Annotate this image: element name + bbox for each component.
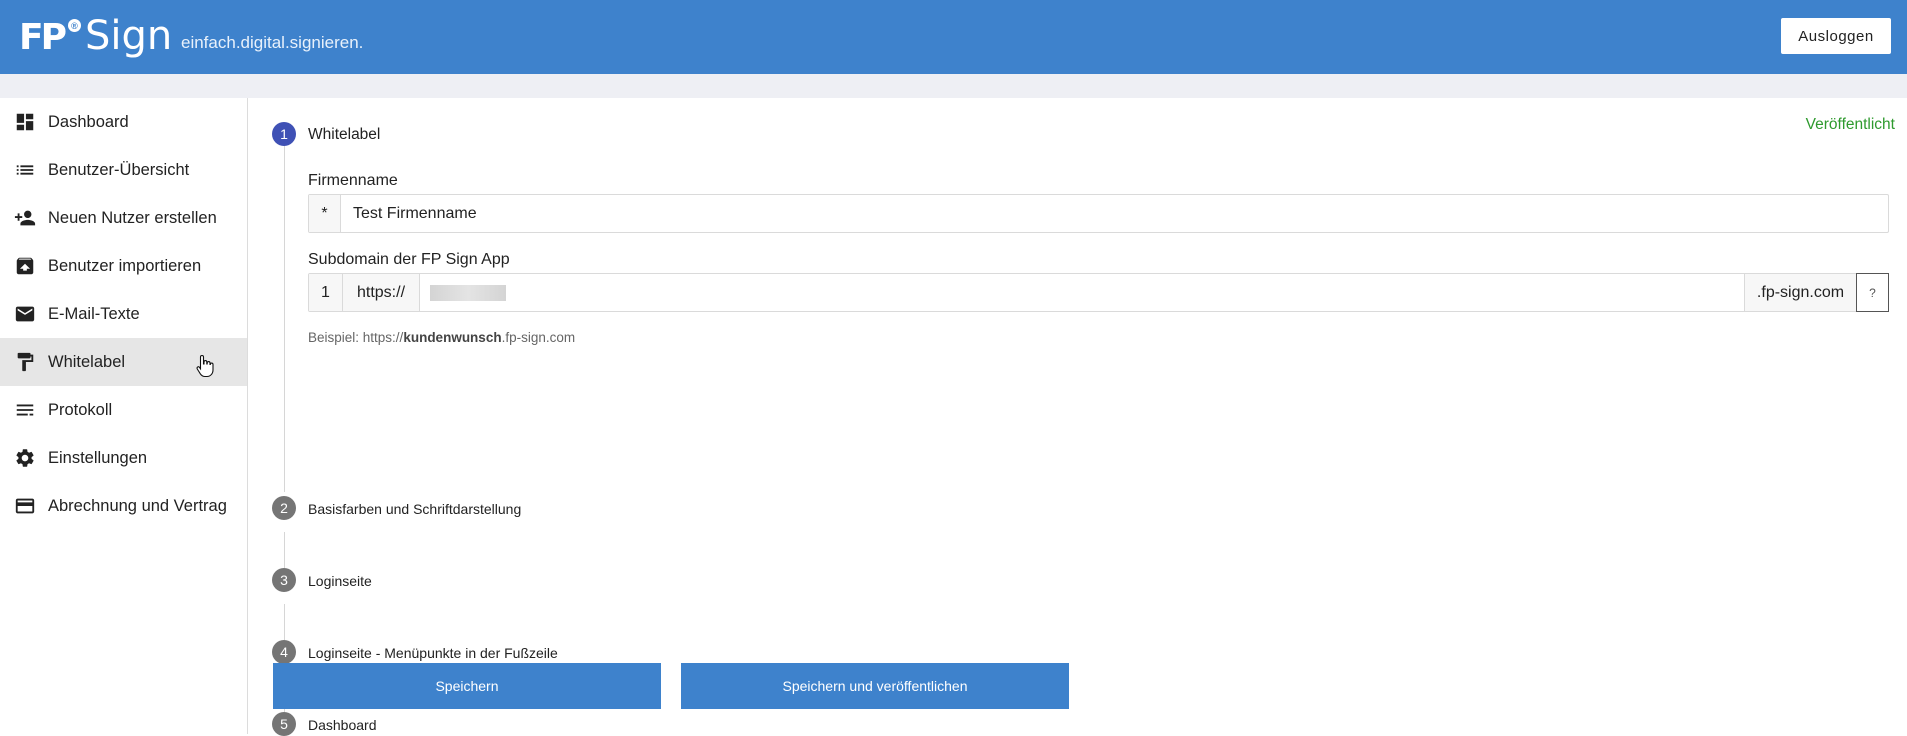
sidebar-item-label: Benutzer-Übersicht bbox=[48, 160, 190, 179]
sidebar-item-label: Abrechnung und Vertrag bbox=[48, 496, 227, 515]
archive-icon bbox=[14, 255, 36, 277]
step-number[interactable]: 5 bbox=[272, 712, 296, 736]
notes-icon bbox=[14, 399, 36, 421]
sidebar-item-label: E-Mail-Texte bbox=[48, 304, 140, 323]
logo-fp-text: FP bbox=[19, 17, 67, 58]
save-button[interactable]: Speichern bbox=[273, 663, 661, 709]
company-name-input[interactable]: Test Firmenname bbox=[341, 195, 1888, 232]
protocol-addon: https:// bbox=[343, 274, 420, 311]
required-addon: * bbox=[309, 195, 341, 232]
hand-cursor-icon bbox=[196, 354, 214, 378]
paint-roller-icon bbox=[14, 351, 36, 373]
sidebar-item-label: Neuen Nutzer erstellen bbox=[48, 208, 217, 227]
sidebar-item-settings[interactable]: Einstellungen bbox=[0, 434, 247, 482]
redacted-subdomain bbox=[430, 284, 506, 301]
sidebar-item-label: Whitelabel bbox=[48, 352, 126, 371]
sidebar: Dashboard Benutzer-Übersicht Neuen Nutze… bbox=[0, 98, 248, 734]
subdomain-hint: Beispiel: https://kundenwunsch.fp-sign.c… bbox=[308, 330, 575, 345]
hint-suffix: .fp-sign.com bbox=[501, 330, 576, 345]
subdomain-index-addon: 1 bbox=[309, 274, 343, 311]
save-publish-button[interactable]: Speichern und veröffentlichen bbox=[681, 663, 1069, 709]
sidebar-item-label: Protokoll bbox=[48, 400, 113, 419]
sidebar-item-email-texts[interactable]: E-Mail-Texte bbox=[0, 290, 247, 338]
step-title-dashboard[interactable]: Dashboard bbox=[308, 717, 377, 733]
logout-button[interactable]: Ausloggen bbox=[1781, 18, 1891, 54]
sidebar-item-user-overview[interactable]: Benutzer-Übersicht bbox=[0, 146, 247, 194]
person-add-icon bbox=[14, 207, 36, 229]
header-bar: FP ® Sign einfach.digital.signieren. Aus… bbox=[0, 0, 1907, 74]
sidebar-item-dashboard[interactable]: Dashboard bbox=[0, 98, 247, 146]
status-badge: Veröffentlicht bbox=[1805, 116, 1895, 133]
step-title-whitelabel[interactable]: Whitelabel bbox=[308, 126, 380, 144]
sidebar-item-protocol[interactable]: Protokoll bbox=[0, 386, 247, 434]
stepper-line bbox=[284, 136, 285, 492]
step-number[interactable]: 4 bbox=[272, 640, 296, 664]
step-number[interactable]: 3 bbox=[272, 568, 296, 592]
credit-card-icon bbox=[14, 495, 36, 517]
step-number[interactable]: 2 bbox=[272, 496, 296, 520]
company-name-label: Firmenname bbox=[308, 172, 398, 189]
subdomain-label: Subdomain der FP Sign App bbox=[308, 251, 510, 268]
whitelabel-content: Veröffentlicht 1 Whitelabel Firmenname *… bbox=[248, 98, 1907, 736]
tagline: einfach.digital.signieren. bbox=[181, 33, 364, 52]
subdomain-input[interactable] bbox=[420, 274, 1744, 311]
mail-icon bbox=[14, 303, 36, 325]
fp-sign-logo[interactable]: FP ® Sign bbox=[19, 14, 172, 58]
sidebar-item-create-user[interactable]: Neuen Nutzer erstellen bbox=[0, 194, 247, 242]
company-name-field[interactable]: * Test Firmenname bbox=[308, 194, 1889, 233]
registered-mark-icon: ® bbox=[67, 19, 81, 32]
gear-icon bbox=[14, 447, 36, 469]
list-icon bbox=[14, 159, 36, 181]
stepper-line bbox=[284, 532, 285, 568]
subdomain-field[interactable]: 1 https:// .fp-sign.com ? bbox=[308, 273, 1889, 312]
sidebar-item-label: Einstellungen bbox=[48, 448, 148, 467]
sidebar-item-billing[interactable]: Abrechnung und Vertrag bbox=[0, 482, 247, 530]
logo-sign-text: Sign bbox=[84, 13, 173, 59]
sidebar-item-label: Dashboard bbox=[48, 112, 129, 131]
hint-example: kundenwunsch bbox=[403, 330, 502, 345]
step-title-colors[interactable]: Basisfarben und Schriftdarstellung bbox=[308, 501, 521, 517]
stepper-line bbox=[284, 604, 285, 640]
domain-suffix-addon: .fp-sign.com bbox=[1744, 274, 1856, 311]
step-number[interactable]: 1 bbox=[272, 122, 296, 146]
sidebar-item-import-users[interactable]: Benutzer importieren bbox=[0, 242, 247, 290]
dashboard-icon bbox=[14, 111, 36, 133]
step-title-login-footer[interactable]: Loginseite - Menüpunkte in der Fußzeile bbox=[308, 645, 558, 661]
hint-prefix: Beispiel: https:// bbox=[308, 330, 404, 345]
sidebar-item-label: Benutzer importieren bbox=[48, 256, 202, 275]
header-divider-band bbox=[0, 74, 1907, 98]
step-title-login-page[interactable]: Loginseite bbox=[308, 573, 372, 589]
help-button[interactable]: ? bbox=[1856, 273, 1889, 312]
